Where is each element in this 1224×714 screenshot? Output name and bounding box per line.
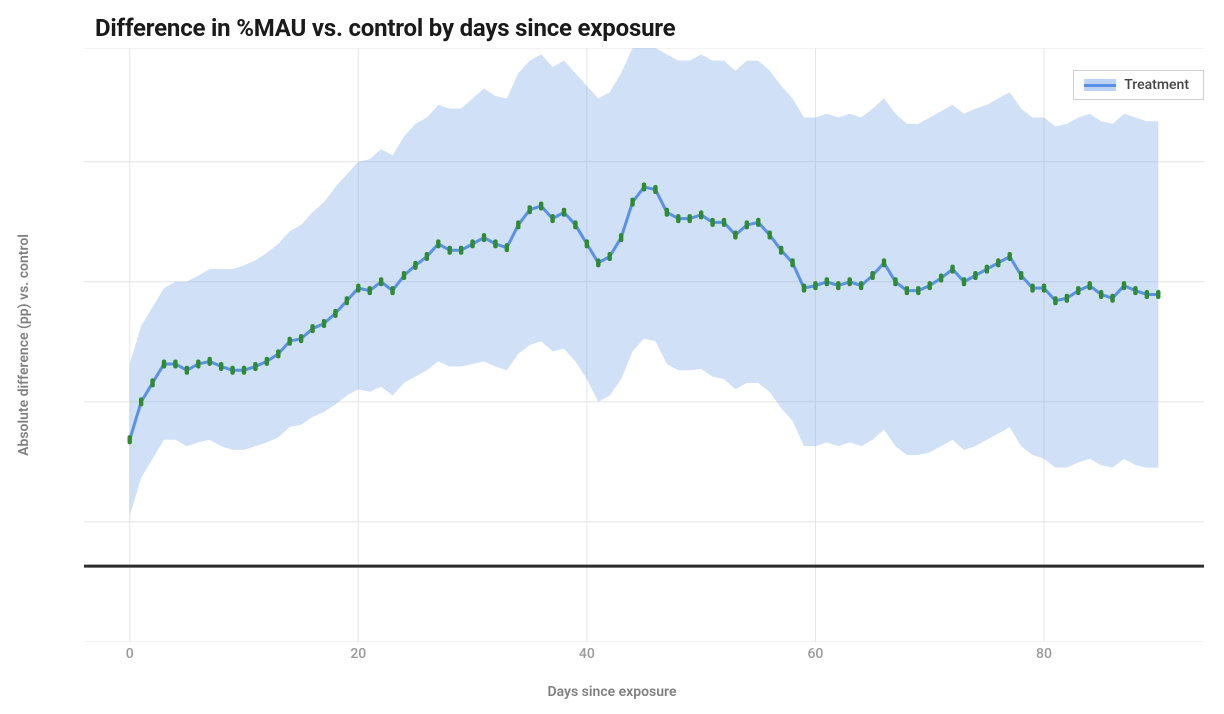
x-tick-80: 80 [1036, 646, 1052, 662]
x-tick-40: 40 [579, 646, 595, 662]
x-axis-label: Days since exposure [547, 684, 676, 700]
legend-label: Treatment [1124, 77, 1189, 93]
plot-svg [84, 48, 1204, 642]
plot-area [84, 48, 1204, 642]
x-tick-0: 0 [126, 646, 134, 662]
chart-container: Difference in %MAU vs. control by days s… [0, 0, 1224, 714]
chart-title: Difference in %MAU vs. control by days s… [95, 14, 675, 42]
x-tick-60: 60 [807, 646, 823, 662]
x-tick-20: 20 [350, 646, 366, 662]
legend: Treatment [1073, 70, 1204, 100]
legend-swatch-icon [1084, 79, 1116, 91]
y-axis-label: Absolute difference (pp) vs. control [16, 234, 32, 456]
